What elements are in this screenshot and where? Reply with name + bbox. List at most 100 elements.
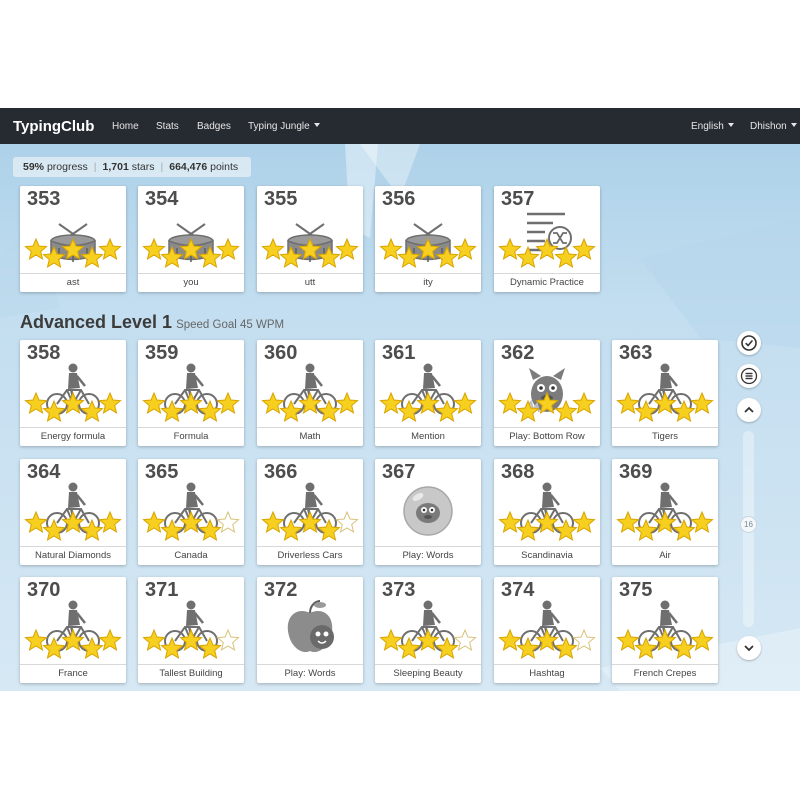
lesson-card[interactable]: 369 Air [612, 459, 718, 565]
star-filled-icon [179, 238, 203, 260]
lesson-card[interactable]: 362 Play: Bottom Row [494, 340, 600, 446]
lesson-label: Natural Diamonds [20, 546, 126, 565]
user-name: Dhishon [750, 121, 787, 132]
star-filled-icon [572, 392, 596, 414]
star-filled-icon [535, 392, 559, 414]
scroll-up-button[interactable] [737, 398, 761, 422]
lesson-card[interactable]: 375 French Crepes [612, 577, 718, 683]
star-filled-icon [397, 636, 421, 659]
chevron-up-icon [744, 406, 754, 413]
menu-list-button[interactable] [737, 364, 761, 388]
star-filled-icon [198, 518, 222, 541]
lesson-label: Energy formula [20, 427, 126, 446]
check-circle-icon [741, 335, 757, 351]
star-rating [142, 238, 240, 268]
star-filled-icon [435, 399, 459, 422]
star-rating [24, 629, 122, 659]
star-rating [261, 238, 359, 268]
nav-stats[interactable]: Stats [156, 121, 179, 132]
star-filled-icon [397, 245, 421, 268]
star-filled-icon [616, 392, 640, 414]
star-filled-icon [690, 511, 714, 533]
star-filled-icon [61, 392, 85, 414]
star-filled-icon [453, 392, 477, 414]
lesson-label: Play: Words [375, 546, 481, 565]
lesson-label: Formula [138, 427, 244, 446]
lesson-card[interactable]: 371 Tallest Building [138, 577, 244, 683]
star-filled-icon [160, 245, 184, 268]
lesson-card[interactable]: 370 France [20, 577, 126, 683]
lesson-label: Math [257, 427, 363, 446]
level-scrollbar-thumb[interactable]: 16 [740, 516, 757, 533]
star-filled-icon [198, 399, 222, 422]
star-filled-icon [616, 511, 640, 533]
progress-percent: 59% [23, 161, 45, 173]
star-filled-icon [498, 238, 522, 260]
lesson-label: Play: Bottom Row [494, 427, 600, 446]
user-menu-dropdown[interactable]: Dhishon [750, 121, 797, 132]
lesson-card[interactable]: 374 Hashtag [494, 577, 600, 683]
lesson-card[interactable]: 365 Canada [138, 459, 244, 565]
star-filled-icon [379, 629, 403, 651]
lesson-card[interactable]: 361 Mention [375, 340, 481, 446]
star-rating [498, 511, 596, 541]
star-filled-icon [516, 518, 540, 541]
lesson-card[interactable]: 372 Play: Words [257, 577, 363, 683]
nav-typing-jungle-dropdown[interactable]: Typing Jungle [248, 121, 320, 132]
progress-label: progress [46, 161, 88, 173]
language-dropdown[interactable]: English [691, 121, 734, 132]
lesson-label: ity [375, 273, 481, 292]
star-filled-icon [634, 636, 658, 659]
lesson-card[interactable]: 358 Energy formula [20, 340, 126, 446]
star-filled-icon [98, 629, 122, 651]
star-filled-icon [61, 238, 85, 260]
star-filled-icon [160, 518, 184, 541]
star-filled-icon [298, 238, 322, 260]
lesson-card[interactable]: 357 Dynamic Practice [494, 186, 600, 292]
star-rating [498, 238, 596, 268]
nav-typing-jungle-label: Typing Jungle [248, 121, 310, 132]
star-filled-icon [616, 629, 640, 651]
star-filled-icon [317, 245, 341, 268]
lesson-label: Hashtag [494, 664, 600, 683]
star-rating [498, 629, 596, 659]
lesson-card[interactable]: 368 Scandinavia [494, 459, 600, 565]
check-circle-button[interactable] [737, 331, 761, 355]
lesson-card[interactable]: 354 you [138, 186, 244, 292]
nav-home[interactable]: Home [112, 121, 139, 132]
star-filled-icon [142, 629, 166, 651]
lesson-card[interactable]: 359 Formula [138, 340, 244, 446]
lesson-card[interactable]: 360 Math [257, 340, 363, 446]
lesson-card[interactable]: 355 utt [257, 186, 363, 292]
star-filled-icon [554, 245, 578, 268]
star-filled-icon [279, 518, 303, 541]
lesson-card[interactable]: 373 Sleeping Beauty [375, 577, 481, 683]
star-filled-icon [690, 629, 714, 651]
lesson-label: Sleeping Beauty [375, 664, 481, 683]
star-rating [142, 392, 240, 422]
lesson-card[interactable]: 353 ast [20, 186, 126, 292]
caret-down-icon [727, 123, 734, 127]
lesson-label: Tigers [612, 427, 718, 446]
brand-logo[interactable]: TypingClub [13, 118, 94, 135]
nav-badges[interactable]: Badges [197, 121, 231, 132]
star-filled-icon [653, 629, 677, 651]
lesson-card[interactable]: 356 ity [375, 186, 481, 292]
star-rating [616, 511, 714, 541]
star-filled-icon [80, 399, 104, 422]
lesson-label: Air [612, 546, 718, 565]
lesson-card[interactable]: 366 Driverless Cars [257, 459, 363, 565]
star-filled-icon [416, 238, 440, 260]
lesson-card[interactable]: 363 Tigers [612, 340, 718, 446]
lesson-card[interactable]: 364 Natural Diamonds [20, 459, 126, 565]
lesson-card[interactable]: 367 Play: Words [375, 459, 481, 565]
star-filled-icon [42, 636, 66, 659]
list-icon [740, 367, 758, 385]
star-rating [142, 511, 240, 541]
star-filled-icon [179, 511, 203, 533]
section-title: Advanced Level 1 [20, 312, 173, 332]
scroll-down-button[interactable] [737, 636, 761, 660]
stars-label: stars [131, 161, 155, 173]
star-empty-icon [453, 629, 477, 651]
star-filled-icon [279, 399, 303, 422]
